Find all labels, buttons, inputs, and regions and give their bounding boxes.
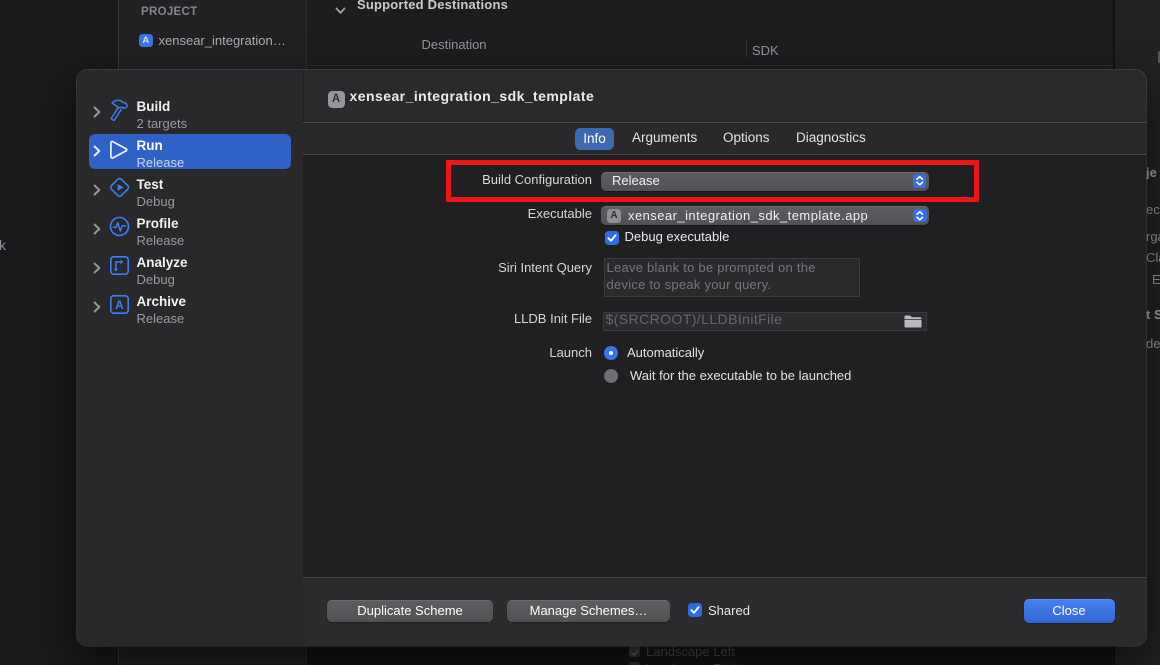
svg-text:A: A: [115, 298, 124, 312]
